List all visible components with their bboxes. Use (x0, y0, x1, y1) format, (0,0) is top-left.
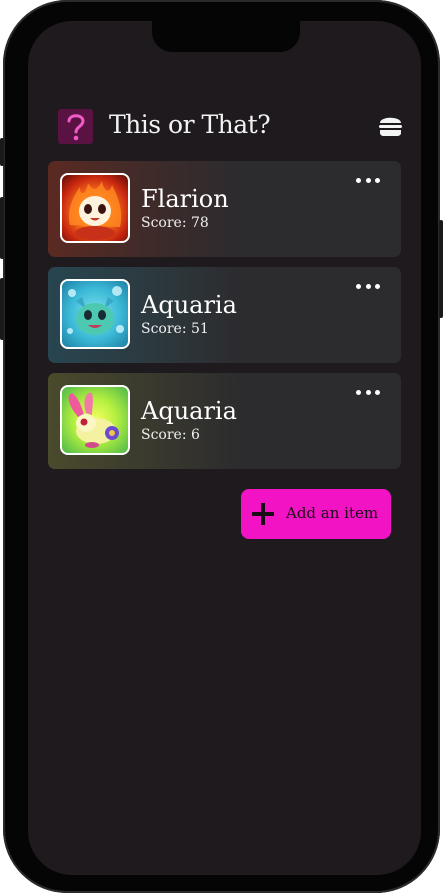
fire-creature-image (60, 173, 130, 243)
list-item[interactable]: Aquaria Score: 6 (48, 373, 401, 469)
list-item[interactable]: Aquaria Score: 51 (48, 267, 401, 363)
water-creature-image (60, 279, 130, 349)
app-header: This or That? (58, 109, 403, 144)
add-item-button[interactable]: Add an item (241, 489, 391, 539)
item-name: Aquaria (141, 397, 237, 425)
mute-switch (0, 138, 4, 166)
item-name: Flarion (141, 185, 229, 213)
hamburger-menu-icon[interactable] (378, 115, 403, 137)
app-screen: This or That? Flarion Score: 78 Aquaria … (28, 21, 421, 875)
app-title: This or That? (109, 110, 271, 139)
add-item-label: Add an item (286, 504, 379, 522)
item-name: Aquaria (141, 291, 237, 319)
more-horizontal-icon[interactable] (356, 387, 380, 397)
volume-down-button (0, 278, 4, 340)
plus-icon (252, 503, 274, 525)
more-horizontal-icon[interactable] (356, 281, 380, 291)
item-score: Score: 51 (141, 321, 209, 337)
camera-notch (152, 21, 300, 52)
item-score: Score: 6 (141, 427, 200, 443)
bunny-creature-image (60, 385, 130, 455)
list-item[interactable]: Flarion Score: 78 (48, 161, 401, 257)
more-horizontal-icon[interactable] (356, 175, 380, 185)
power-button (439, 220, 443, 318)
item-score: Score: 78 (141, 215, 209, 231)
volume-up-button (0, 197, 4, 259)
question-mark-icon (58, 109, 93, 144)
phone-frame: This or That? Flarion Score: 78 Aquaria … (0, 0, 443, 893)
